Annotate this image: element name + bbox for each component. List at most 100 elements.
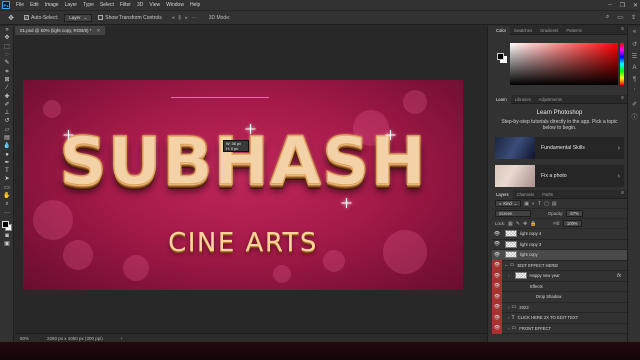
history-brush-icon[interactable]: ↺ [1, 117, 13, 125]
layer-row-selected[interactable]: 👁 light copy [492, 250, 627, 261]
menu-edit[interactable]: Edit [27, 2, 42, 8]
canvas[interactable]: SUBHASH SUBHASH CINE ARTS W: 36 px H: 0 … [23, 80, 463, 290]
blend-mode-dropdown[interactable]: Screen [495, 210, 531, 217]
visibility-eye-icon[interactable]: 👁 [492, 312, 502, 323]
history-icon[interactable]: ↺ [628, 38, 640, 50]
headline-text[interactable]: SUBHASH [23, 129, 463, 195]
menu-image[interactable]: Image [42, 2, 62, 8]
minimize-icon[interactable]: – [608, 2, 611, 8]
filter-pixel-icon[interactable]: ▣ [524, 201, 529, 207]
layer-group-row[interactable]: 👁 › ▭ FRONT EFFECT [492, 323, 627, 334]
marquee-icon[interactable]: ⬚ [1, 43, 13, 51]
align-right-icon[interactable]: ⫸ [185, 15, 188, 21]
lock-transparency-icon[interactable]: ▦ [508, 221, 513, 227]
document-tab[interactable]: 01.psd @ 50% (light copy, RGB/8) * ✕ [15, 26, 106, 35]
foreground-color-swatch[interactable] [2, 220, 9, 228]
eyedropper-icon[interactable]: ⁄ [1, 84, 13, 92]
menu-help[interactable]: Help [187, 2, 203, 8]
menu-window[interactable]: Window [163, 2, 187, 8]
panel-menu-icon[interactable]: ≡ [621, 95, 624, 101]
panel-menu-icon[interactable]: ≡ [621, 26, 624, 32]
layer-group-row[interactable]: 👁 ⌄ ▭ EDIT EFFECT HERE! [492, 260, 627, 271]
learn-card-fix-a-photo[interactable]: Fix a photo › [495, 165, 624, 188]
subheadline-text[interactable]: CINE ARTS [23, 228, 463, 258]
learn-card-fundamental-skills[interactable]: Fundamental Skills › [495, 137, 624, 160]
character-icon[interactable]: A [628, 62, 640, 74]
fill-input[interactable]: 100% [562, 220, 582, 227]
chevron-right-icon[interactable]: › [508, 326, 510, 331]
tab-gradients[interactable]: Gradients [536, 26, 562, 35]
eraser-icon[interactable]: ▱ [1, 126, 13, 134]
crop-icon[interactable]: ⌗ [1, 67, 13, 75]
checkbox-checked-icon[interactable]: ✓ [24, 15, 29, 20]
tab-patterns[interactable]: Patterns [562, 26, 586, 35]
collapse-toolbar-icon[interactable]: » [1, 26, 13, 34]
glyphs-icon[interactable]: ʻ [628, 86, 640, 98]
clone-stamp-icon[interactable]: ⊥ [1, 109, 13, 117]
auto-select-toggle[interactable]: ✓ Auto-Select: [24, 15, 58, 21]
show-transform-toggle[interactable]: Show Transform Controls [98, 15, 162, 21]
visibility-eye-icon[interactable]: 👁 [492, 250, 502, 261]
chevron-right-icon[interactable]: › [508, 273, 510, 278]
more-tools-icon[interactable]: ··· [1, 209, 13, 217]
effects-row[interactable]: 👁 Effects [492, 281, 627, 292]
visibility-eye-icon[interactable]: 👁 [492, 281, 502, 292]
tab-layers[interactable]: Layers [492, 189, 513, 199]
chevron-right-icon[interactable]: › [508, 305, 510, 310]
path-selection-icon[interactable]: ➤ [1, 175, 13, 183]
pen-icon[interactable]: ✒ [1, 159, 13, 167]
color-picker-field[interactable] [510, 43, 618, 85]
effect-row[interactable]: 👁 Drop Shadow [492, 291, 627, 303]
menu-type[interactable]: Type [80, 2, 97, 8]
visibility-eye-icon[interactable]: 👁 [492, 260, 502, 271]
filter-adjustment-icon[interactable]: ◐ [532, 201, 535, 207]
panel-menu-icon[interactable]: ≡ [621, 190, 624, 196]
close-icon[interactable]: ✕ [633, 2, 638, 9]
align-center-icon[interactable]: ⫼ [179, 15, 181, 21]
brush-settings-icon[interactable]: ✐ [628, 98, 640, 110]
type-icon[interactable]: T [1, 167, 13, 175]
visibility-eye-icon[interactable]: 👁 [492, 270, 502, 281]
visibility-eye-icon[interactable]: 👁 [492, 229, 502, 240]
lock-position-icon[interactable]: ✥ [523, 221, 527, 227]
brush-icon[interactable]: ✐ [1, 101, 13, 109]
menu-view[interactable]: View [146, 2, 163, 8]
lasso-icon[interactable]: ◌ [1, 51, 13, 59]
filter-smart-object-icon[interactable]: ▤ [552, 201, 557, 207]
hand-icon[interactable]: ✋ [1, 192, 13, 200]
layer-row[interactable]: 👁 › T CLICK HERE 2X TO EDIT TEXT [492, 312, 627, 324]
chevron-down-icon[interactable]: ⌄ [504, 262, 508, 268]
filter-type-icon[interactable]: T [538, 201, 541, 207]
panel-foreground-swatch[interactable] [497, 53, 504, 60]
menu-filter[interactable]: Filter [117, 2, 134, 8]
layer-row[interactable]: 👁 › Happy new year fx [492, 270, 627, 282]
quick-select-icon[interactable]: ✎ [1, 59, 13, 67]
auto-select-target-dropdown[interactable]: Layer ⌄ [64, 13, 93, 22]
close-tab-icon[interactable]: ✕ [97, 28, 101, 34]
status-arrow-icon[interactable]: › [121, 336, 123, 341]
screen-mode-icon[interactable]: ▣ [1, 240, 13, 248]
menu-layer[interactable]: Layer [62, 2, 81, 8]
lock-all-icon[interactable]: 🔒 [530, 221, 536, 227]
share-icon[interactable]: ⇪ [631, 14, 636, 21]
menu-3d[interactable]: 3D [134, 2, 146, 8]
zoom-level[interactable]: 50% [20, 336, 29, 341]
visibility-eye-icon[interactable]: 👁 [492, 239, 502, 250]
move-tool-icon[interactable]: ✥ [4, 13, 18, 23]
properties-icon[interactable]: ☰ [628, 50, 640, 62]
filter-shape-icon[interactable]: ▢ [544, 201, 549, 207]
menu-select[interactable]: Select [97, 2, 117, 8]
tab-color[interactable]: Color [492, 25, 511, 35]
more-options-icon[interactable]: ··· [192, 15, 197, 21]
frame-icon[interactable]: ⊠ [1, 76, 13, 84]
blur-icon[interactable]: 💧 [1, 142, 13, 150]
paragraph-icon[interactable]: ¶ [628, 74, 640, 86]
restore-icon[interactable]: ❐ [620, 2, 625, 9]
lock-pixels-icon[interactable]: ✎ [516, 221, 520, 227]
color-swatches[interactable] [1, 220, 13, 232]
move-icon[interactable]: ✥ [1, 34, 13, 42]
collapse-panels-icon[interactable]: « [628, 26, 640, 38]
visibility-eye-icon[interactable]: 👁 [492, 291, 502, 302]
menu-file[interactable]: File [13, 2, 27, 8]
align-left-icon[interactable]: ⫷ [172, 15, 175, 21]
